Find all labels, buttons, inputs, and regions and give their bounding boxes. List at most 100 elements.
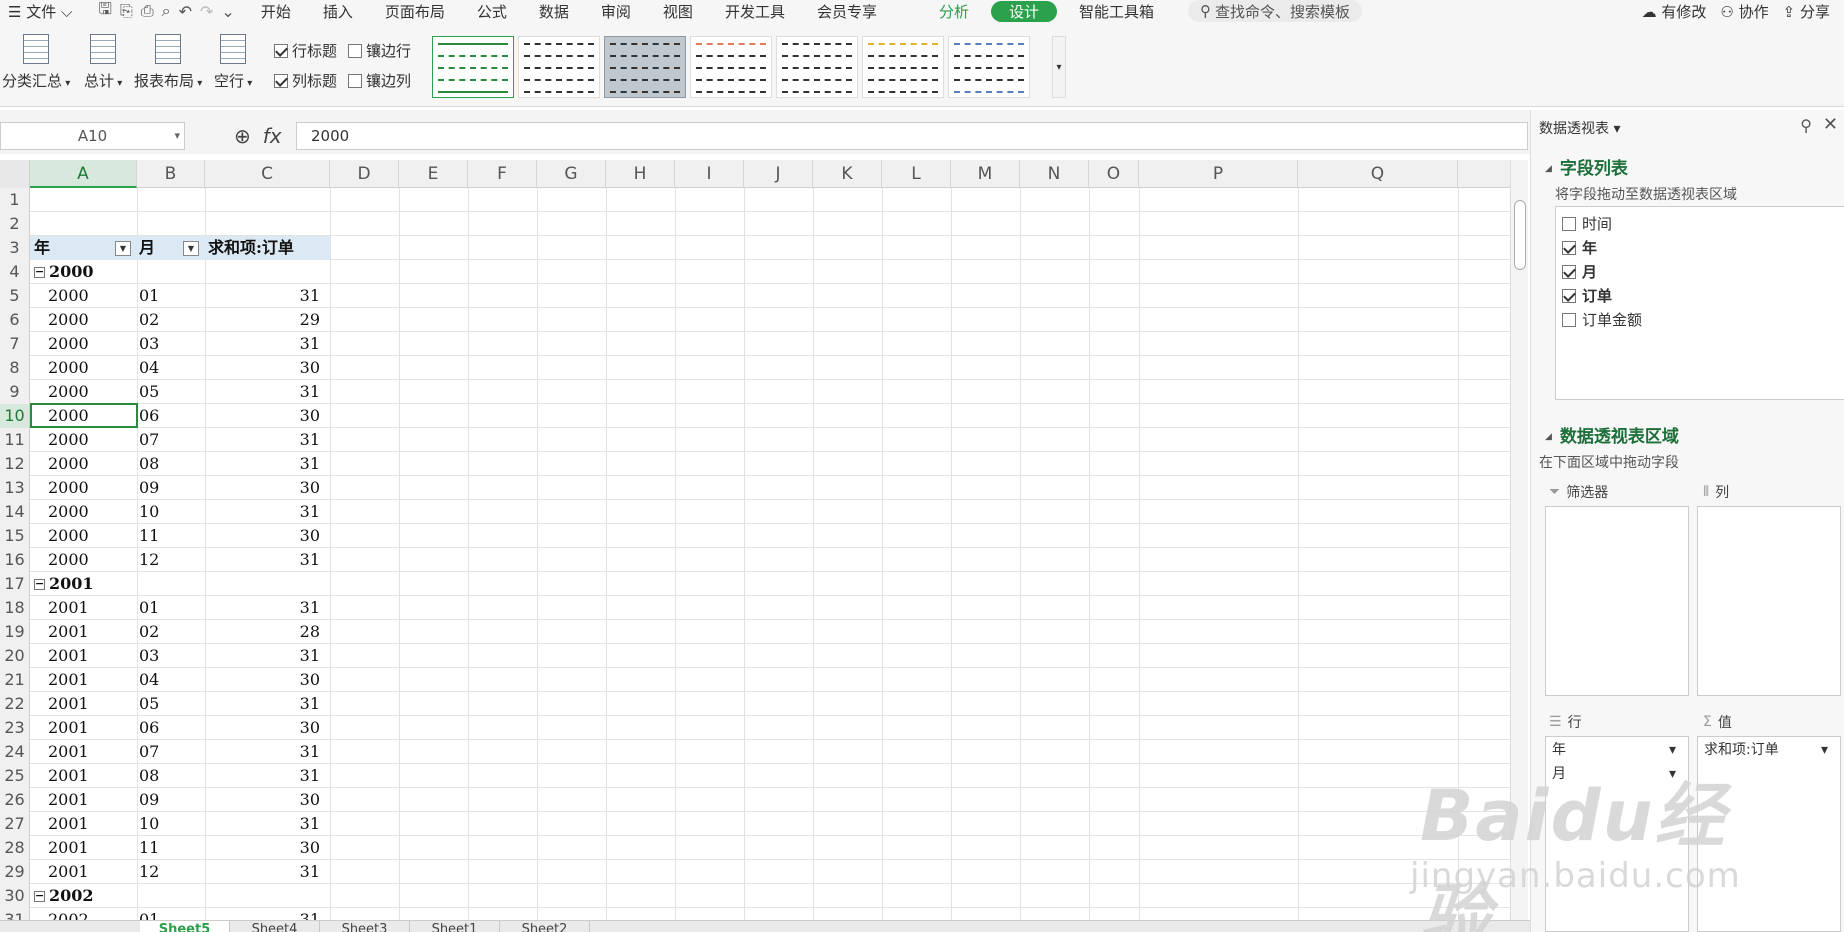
cell[interactable]: 10 — [139, 812, 189, 836]
more-icon[interactable]: ⌄ — [221, 2, 234, 21]
group-row-label[interactable]: −2001 — [30, 572, 230, 596]
cell[interactable]: 30 — [205, 788, 325, 812]
zoom-icon[interactable]: ⊕ — [234, 124, 251, 148]
row-field-year[interactable]: 年 — [1548, 739, 1686, 761]
collab-button[interactable]: ⚇ 协作 — [1720, 1, 1768, 22]
cell[interactable]: 05 — [139, 380, 189, 404]
row-header[interactable]: 4 — [0, 260, 30, 284]
cell[interactable]: 01 — [139, 596, 189, 620]
col-header-o[interactable]: O — [1089, 160, 1139, 188]
row-header[interactable]: 2 — [0, 212, 30, 236]
row-header[interactable]: 27 — [0, 812, 30, 836]
row-header[interactable]: 9 — [0, 380, 30, 404]
cell[interactable]: 30 — [205, 356, 325, 380]
cell[interactable]: 31 — [205, 428, 325, 452]
undo-icon[interactable]: ↶ — [179, 2, 192, 21]
filter-zone[interactable] — [1545, 506, 1689, 696]
pivot-style-4[interactable] — [690, 36, 772, 98]
file-menu[interactable]: ☰ 文件 ⌵ — [0, 1, 88, 22]
collapse-icon[interactable]: − — [34, 890, 45, 902]
row-header[interactable]: 21 — [0, 668, 30, 692]
cell[interactable]: 31 — [205, 380, 325, 404]
row-header[interactable]: 12 — [0, 452, 30, 476]
cell[interactable]: 28 — [205, 620, 325, 644]
row-header[interactable]: 10 — [0, 404, 30, 428]
cell[interactable]: 31 — [205, 764, 325, 788]
field-time[interactable]: 时间 — [1562, 213, 1612, 234]
pin-icon[interactable]: ⚲ — [1800, 116, 1812, 135]
row-header[interactable]: 16 — [0, 548, 30, 572]
cell[interactable]: 30 — [205, 716, 325, 740]
cell[interactable]: 31 — [205, 596, 325, 620]
cell[interactable]: 12 — [139, 860, 189, 884]
row-header[interactable]: 8 — [0, 356, 30, 380]
row-header[interactable]: 28 — [0, 836, 30, 860]
style-gallery-more-button[interactable]: ▾ — [1052, 36, 1066, 98]
row-header[interactable]: 11 — [0, 428, 30, 452]
cell[interactable]: 2001 — [48, 836, 108, 860]
row-header[interactable]: 7 — [0, 332, 30, 356]
cell[interactable]: 2001 — [48, 860, 108, 884]
cell[interactable]: 29 — [205, 308, 325, 332]
cell[interactable]: 30 — [205, 476, 325, 500]
field-order-amount[interactable]: 订单金额 — [1562, 309, 1642, 330]
sheet-tab-sheet4[interactable]: Sheet4 — [230, 921, 320, 932]
tab-formulas[interactable]: 公式 — [461, 1, 523, 22]
formula-input[interactable]: 2000 — [296, 122, 1528, 150]
year-filter-dropdown[interactable]: ▼ — [115, 241, 131, 256]
cell[interactable]: 30 — [205, 524, 325, 548]
command-search[interactable]: ⚲ 查找命令、搜索模板 — [1188, 0, 1363, 22]
tab-review[interactable]: 审阅 — [585, 1, 647, 22]
name-box[interactable]: A10 — [0, 122, 185, 150]
col-header-g[interactable]: G — [537, 160, 606, 188]
row-header[interactable]: 26 — [0, 788, 30, 812]
cell[interactable]: 2001 — [48, 620, 108, 644]
cell[interactable]: 04 — [139, 356, 189, 380]
cell[interactable]: 31 — [205, 812, 325, 836]
tab-analyze[interactable]: 分析 — [923, 1, 985, 22]
collapse-icon[interactable]: − — [34, 578, 45, 590]
cell[interactable]: 31 — [205, 332, 325, 356]
cell[interactable]: 2002 — [48, 908, 108, 920]
cell[interactable]: 2000 — [48, 284, 108, 308]
col-header-k[interactable]: K — [813, 160, 882, 188]
field-month-check[interactable] — [1562, 264, 1576, 279]
group-row-label[interactable]: −2000 — [30, 260, 230, 284]
cell[interactable]: 月 — [139, 236, 189, 260]
subtotal-button[interactable]: 分类汇总 ▾ — [2, 34, 70, 91]
month-filter-dropdown[interactable]: ▼ — [183, 241, 199, 256]
row-header[interactable]: 15 — [0, 524, 30, 548]
row-header[interactable]: 5 — [0, 284, 30, 308]
pivot-style-1[interactable] — [432, 36, 514, 98]
cell[interactable]: 01 — [139, 284, 189, 308]
col-header-d[interactable]: D — [330, 160, 399, 188]
cell[interactable]: 02 — [139, 308, 189, 332]
cell[interactable]: 年 — [34, 236, 114, 260]
field-order-check[interactable] — [1562, 288, 1576, 303]
cell[interactable]: 31 — [205, 908, 325, 920]
cell[interactable]: 07 — [139, 428, 189, 452]
cell[interactable]: 11 — [139, 836, 189, 860]
select-all-corner[interactable] — [0, 160, 30, 188]
row-header[interactable]: 23 — [0, 716, 30, 740]
tab-toolbox[interactable]: 智能工具箱 — [1063, 1, 1170, 22]
col-header-f[interactable]: F — [468, 160, 537, 188]
pivot-style-3[interactable] — [604, 36, 686, 98]
cell[interactable]: 10 — [139, 500, 189, 524]
cell[interactable]: 2000 — [48, 500, 108, 524]
group-row-label[interactable]: −2002 — [30, 884, 230, 908]
cell[interactable]: 09 — [139, 788, 189, 812]
cell[interactable]: 2001 — [48, 668, 108, 692]
cell[interactable]: 02 — [139, 620, 189, 644]
field-year-check[interactable] — [1562, 240, 1576, 255]
col-header-a[interactable]: A — [30, 160, 137, 188]
col-header-e[interactable]: E — [399, 160, 468, 188]
pivot-style-6[interactable] — [862, 36, 944, 98]
report-layout-button[interactable]: 报表布局 ▾ — [134, 34, 202, 91]
cell[interactable]: 31 — [205, 692, 325, 716]
cell[interactable]: 09 — [139, 476, 189, 500]
field-year[interactable]: 年 — [1562, 237, 1597, 258]
cell[interactable]: 2000 — [48, 476, 108, 500]
cell[interactable]: 30 — [205, 668, 325, 692]
tab-developer[interactable]: 开发工具 — [709, 1, 801, 22]
